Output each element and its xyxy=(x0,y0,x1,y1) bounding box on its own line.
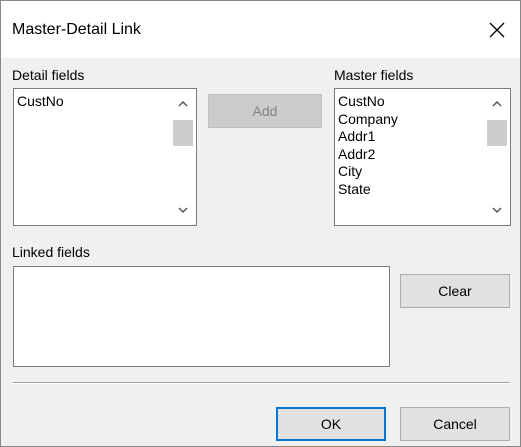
master-field-item[interactable]: Addr2 xyxy=(338,146,398,164)
master-scroll-thumb[interactable] xyxy=(487,120,507,146)
detail-fields-label: Detail fields xyxy=(12,67,85,83)
master-field-item[interactable]: CustNo xyxy=(338,93,398,111)
detail-fields-list[interactable]: CustNo xyxy=(13,88,197,226)
linked-fields-list[interactable] xyxy=(13,266,390,367)
divider xyxy=(13,382,510,384)
master-field-item[interactable]: Company xyxy=(338,111,398,129)
master-field-item[interactable]: State xyxy=(338,181,398,199)
cancel-button[interactable]: Cancel xyxy=(400,407,510,441)
master-detail-link-dialog: Master-Detail Link Detail fields CustNo … xyxy=(0,0,521,447)
master-field-item[interactable]: City xyxy=(338,163,398,181)
detail-scroll-thumb[interactable] xyxy=(173,120,193,146)
ok-button[interactable]: OK xyxy=(276,407,386,441)
dialog-title: Master-Detail Link xyxy=(12,21,141,38)
add-button[interactable]: Add xyxy=(208,94,322,128)
master-fields-list[interactable]: CustNo Company Addr1 Addr2 City State xyxy=(334,88,511,226)
scroll-up-icon[interactable] xyxy=(484,93,510,115)
close-button[interactable] xyxy=(474,1,520,58)
master-field-item[interactable]: Addr1 xyxy=(338,128,398,146)
detail-field-item[interactable]: CustNo xyxy=(17,93,64,111)
scroll-up-icon[interactable] xyxy=(170,93,196,115)
linked-fields-label: Linked fields xyxy=(12,244,90,260)
scroll-down-icon[interactable] xyxy=(484,199,510,221)
title-bar: Master-Detail Link xyxy=(1,1,520,58)
close-icon xyxy=(489,22,505,37)
scroll-down-icon[interactable] xyxy=(170,199,196,221)
master-fields-label: Master fields xyxy=(334,67,414,83)
master-fields-scrollbar[interactable] xyxy=(484,89,510,225)
clear-button[interactable]: Clear xyxy=(400,274,510,308)
detail-fields-scrollbar[interactable] xyxy=(170,89,196,225)
